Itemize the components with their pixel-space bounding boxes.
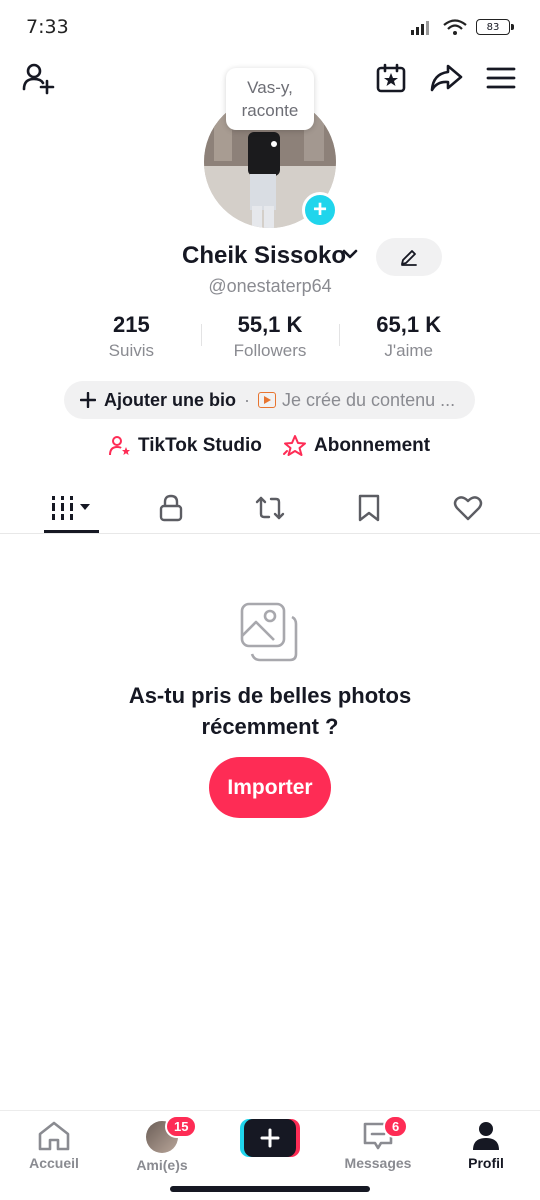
profile-handle: @onestaterp64: [208, 276, 332, 296]
add-story-button[interactable]: +: [302, 192, 338, 228]
bookmark-icon: [358, 494, 380, 522]
stat-label: J'aime: [384, 341, 433, 360]
bio-separator: ·: [244, 389, 250, 410]
wifi-icon: [443, 19, 467, 35]
subscription-label: Abonnement: [314, 435, 431, 456]
nav-friends[interactable]: 15 Ami(e)s: [117, 1115, 207, 1173]
play-icon: [258, 392, 276, 408]
profile-links: TikTok Studio Abonnement: [0, 434, 540, 466]
tab-videos[interactable]: [42, 488, 102, 528]
stat-value: 65,1 K: [376, 312, 442, 337]
tab-favorites[interactable]: [339, 488, 399, 528]
empty-state-title: As-tu pris de belles photos récemment ?: [128, 683, 412, 739]
tiktok-studio-link[interactable]: TikTok Studio: [108, 434, 262, 458]
add-bio-button[interactable]: Ajouter une bio: [80, 390, 236, 411]
name-row: Cheik Sissoko: [0, 238, 540, 278]
calendar-star-icon[interactable]: [371, 58, 411, 98]
create-button[interactable]: [240, 1119, 300, 1157]
stat-likes[interactable]: 65,1 K J'aime: [339, 312, 478, 364]
nav-home[interactable]: Accueil: [9, 1121, 99, 1171]
stat-label: Suivis: [108, 341, 155, 360]
content-creator-chip[interactable]: Je crée du contenu ...: [258, 390, 455, 411]
battery-indicator: 83: [476, 19, 514, 35]
status-bar: 7:33 83: [0, 0, 540, 56]
nav-messages[interactable]: 6 Messages: [333, 1115, 423, 1171]
status-icons: 83: [410, 18, 514, 36]
heart-icon: [453, 496, 483, 521]
tiktok-studio-label: TikTok Studio: [138, 435, 262, 456]
chevron-down-icon[interactable]: [340, 244, 360, 269]
messages-badge: 6: [383, 1115, 409, 1138]
pencil-icon: [401, 250, 417, 266]
share-icon[interactable]: [426, 58, 466, 98]
nav-profile[interactable]: Profil: [441, 1121, 531, 1171]
stat-label: Followers: [233, 341, 307, 360]
home-indicator: [170, 1186, 370, 1192]
lock-icon: [159, 494, 183, 522]
tab-liked[interactable]: [438, 488, 498, 528]
photos-icon: [238, 600, 302, 664]
home-icon: [38, 1121, 70, 1151]
create-plus-icon: [240, 1119, 300, 1157]
nav-profile-label: Profil: [468, 1155, 504, 1171]
content-creator-label: Je crée du contenu ...: [282, 389, 456, 410]
signal-icon: [411, 21, 429, 35]
profile-name[interactable]: Cheik Sissoko: [182, 242, 346, 270]
note-bubble-text: Vas-y, raconte: [241, 78, 299, 120]
plus-icon: [80, 392, 96, 408]
tab-private[interactable]: [141, 488, 201, 528]
profile-icon: [473, 1122, 499, 1150]
nav-friends-label: Ami(e)s: [136, 1157, 188, 1173]
add-bio-label: Ajouter une bio: [104, 389, 236, 410]
stat-following[interactable]: 215 Suivis: [62, 312, 201, 364]
stat-followers[interactable]: 55,1 K Followers: [200, 312, 340, 364]
note-bubble[interactable]: Vas-y, raconte: [226, 68, 314, 130]
friends-badge: 15: [165, 1115, 198, 1138]
user-star-icon: [109, 436, 130, 456]
content-tabs: [0, 480, 540, 534]
grid-bars-icon: [52, 496, 90, 520]
profile-stats: 215 Suivis 55,1 K Followers 65,1 K J'aim…: [62, 312, 478, 364]
nav-messages-label: Messages: [344, 1155, 412, 1171]
edit-profile-button[interactable]: [376, 238, 442, 276]
stat-value: 215: [112, 312, 150, 337]
import-button[interactable]: Importer: [209, 757, 331, 818]
tab-active-indicator: [44, 530, 99, 533]
stat-value: 55,1 K: [237, 312, 303, 337]
menu-icon[interactable]: [481, 58, 521, 98]
star-sparkle-icon: [283, 435, 306, 456]
nav-home-label: Accueil: [29, 1155, 79, 1171]
add-friend-icon[interactable]: [18, 58, 58, 98]
tab-reposts[interactable]: [240, 488, 300, 528]
repost-icon: [255, 496, 285, 520]
bio-pill[interactable]: Ajouter une bio · Je crée du contenu ...: [64, 381, 475, 419]
status-time: 7:33: [26, 16, 69, 38]
subscription-link[interactable]: Abonnement: [282, 434, 430, 458]
